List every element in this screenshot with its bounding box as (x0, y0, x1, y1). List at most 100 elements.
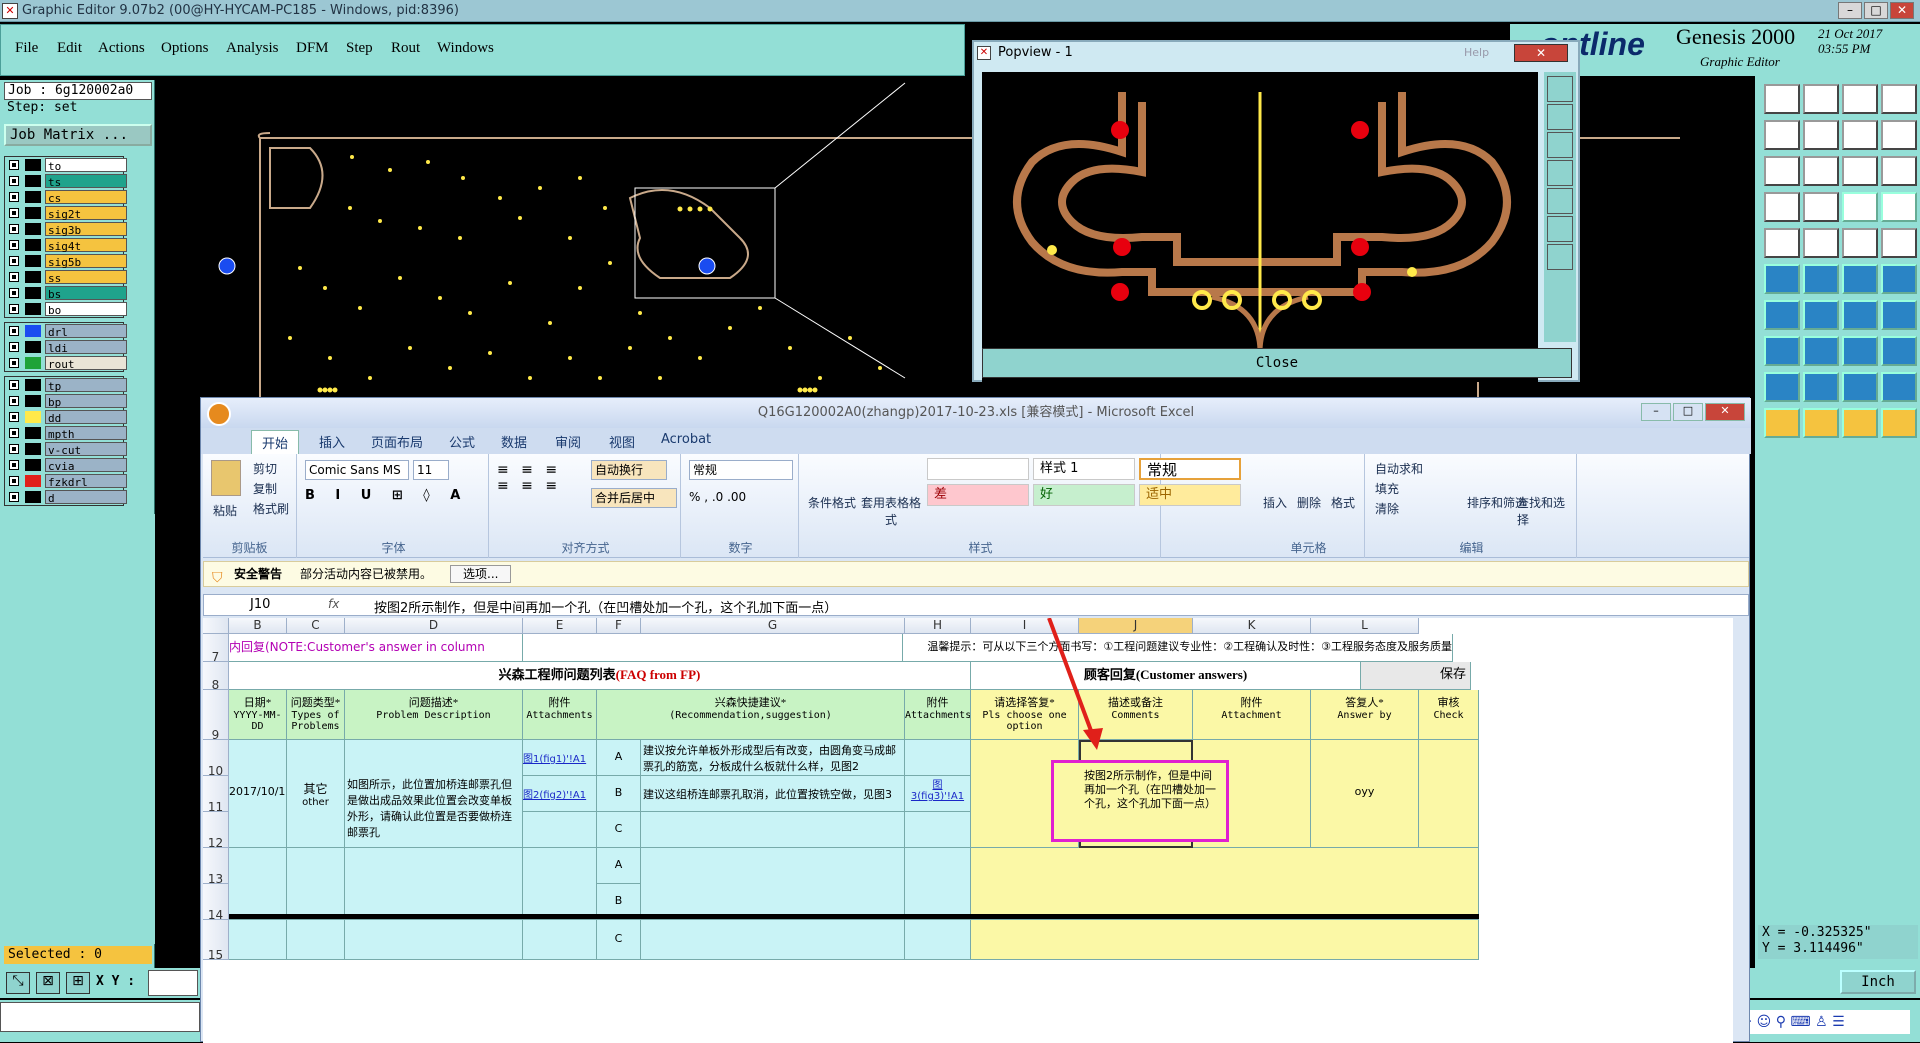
insert-cells-button[interactable]: 插入 (1263, 494, 1287, 511)
layer-name[interactable]: mpth (45, 426, 127, 441)
select-all-corner[interactable] (203, 618, 229, 634)
att-cell-empty[interactable] (523, 848, 597, 920)
layer-name[interactable]: sig4t (45, 238, 127, 253)
layer-name[interactable]: sig3b (45, 222, 127, 237)
attachment-a-link[interactable]: 图1(fig1)'!A1 (523, 740, 597, 776)
conditional-format-button[interactable]: 条件格式 (807, 494, 857, 511)
excel-close[interactable]: ✕ (1705, 403, 1745, 421)
tool-icon-12[interactable] (1881, 156, 1917, 186)
col-header-E[interactable]: E (523, 618, 597, 634)
layer-name[interactable]: cvia (45, 458, 127, 473)
layer-name[interactable]: dd (45, 410, 127, 425)
layer-checkbox[interactable] (9, 476, 19, 486)
col-header-F[interactable]: F (597, 618, 641, 634)
tool-icon-7[interactable] (1842, 120, 1878, 150)
layer-row-fzkdrl[interactable]: fzkdrl (5, 473, 127, 489)
layer-name[interactable]: v-cut (45, 442, 127, 457)
tool-icon-23[interactable] (1842, 264, 1878, 294)
popview-help[interactable]: Help (1464, 46, 1489, 59)
layer-name[interactable]: sig2t (45, 206, 127, 221)
layer-checkbox[interactable] (9, 192, 19, 202)
att2-c[interactable] (905, 812, 971, 848)
layer-row-ts[interactable]: ts (5, 173, 127, 189)
layer-name[interactable]: tp (45, 378, 127, 393)
layer-row-dd[interactable]: dd (5, 409, 127, 425)
header-h_type[interactable]: 问题类型* Types of Problems (287, 690, 345, 740)
tool-icon-5[interactable] (1764, 120, 1800, 150)
layer-checkbox[interactable] (9, 428, 19, 438)
header-h_ans[interactable]: 答复人* Answer by (1311, 690, 1419, 740)
recommendation-c[interactable] (641, 812, 905, 848)
menu-step[interactable]: Step (346, 40, 373, 57)
tool-icon-14[interactable] (1803, 192, 1839, 222)
attachment-b-link[interactable]: 图2(fig2)'!A1 (523, 776, 597, 812)
option-a[interactable]: A (597, 740, 641, 776)
tool-icon-9[interactable] (1764, 156, 1800, 186)
layer-name[interactable]: rout (45, 356, 127, 371)
copy-button[interactable]: 复制 (253, 480, 277, 497)
tool-icon-36[interactable] (1881, 372, 1917, 402)
tool-icon-19[interactable] (1842, 228, 1878, 258)
layer-checkbox[interactable] (9, 342, 19, 352)
layer-row-sig4t[interactable]: sig4t (5, 237, 127, 253)
layer-name[interactable]: bs (45, 286, 127, 301)
layer-row-v-cut[interactable]: v-cut (5, 441, 127, 457)
tool-icon-33[interactable] (1764, 372, 1800, 402)
tool-icon-39[interactable] (1842, 408, 1878, 438)
row-header-15[interactable]: 15 (203, 920, 229, 962)
attachment-c-cell[interactable] (523, 812, 597, 848)
row-header-14[interactable]: 14 (203, 884, 229, 922)
tool-icon-20[interactable] (1881, 228, 1917, 258)
layer-row-ss[interactable]: ss (5, 269, 127, 285)
tab-review[interactable]: 审阅 (555, 432, 581, 451)
layer-row-bp[interactable]: bp (5, 393, 127, 409)
menu-analysis[interactable]: Analysis (226, 40, 279, 57)
option-c[interactable]: C (597, 812, 641, 848)
paste-icon[interactable] (211, 460, 241, 496)
clear-button[interactable]: 清除 (1375, 500, 1399, 517)
tool-icon-34[interactable] (1803, 372, 1839, 402)
row-header-8[interactable]: 8 (203, 662, 229, 692)
layer-name[interactable]: sig5b (45, 254, 127, 269)
header-h_att3[interactable]: 附件 Attachment (1193, 690, 1311, 740)
date-cell[interactable]: 2017/10/16 (229, 740, 287, 848)
font-format-buttons[interactable]: B I U ⊞ ◊ A (305, 488, 481, 510)
wrap-text-button[interactable]: 自动换行 (591, 460, 667, 480)
recommendation-b[interactable]: 建议这组桥连邮票孔取消，此位置按铣空做，见图3 (641, 776, 905, 812)
autosum-button[interactable]: 自动求和 (1375, 460, 1423, 477)
layer-name[interactable]: cs (45, 190, 127, 205)
tool-icon-6[interactable] (1803, 120, 1839, 150)
rec-cell-empty[interactable] (641, 848, 905, 920)
formula-input[interactable]: 按图2所示制作，但是中间再加一个孔（在凹槽处加一个孔，这个孔加下面一点） (374, 597, 837, 616)
type-cell-empty[interactable] (287, 920, 345, 960)
tool-icon-40[interactable] (1881, 408, 1917, 438)
tool-icon-3[interactable] (1842, 84, 1878, 114)
pop-tool-icon-3[interactable] (1547, 132, 1573, 158)
merge-center-button[interactable]: 合并后居中 (591, 488, 677, 508)
tool-icon-25[interactable] (1764, 300, 1800, 330)
grid-tool-icon[interactable]: ⊞ (66, 972, 90, 994)
excel-restore[interactable]: □ (1673, 403, 1703, 421)
tab-page-layout[interactable]: 页面布局 (371, 432, 423, 451)
zoom-tool-icon[interactable]: ⤡ (6, 972, 30, 994)
font-size-select[interactable]: 11 (413, 460, 449, 480)
tool-icon-18[interactable] (1803, 228, 1839, 258)
number-format-buttons[interactable]: % , .0 .00 (689, 490, 746, 504)
tab-data[interactable]: 数据 (501, 432, 527, 451)
check-cell[interactable] (1419, 740, 1479, 848)
layer-row-d[interactable]: d (5, 489, 127, 505)
font-name-select[interactable]: Comic Sans MS (305, 460, 409, 480)
job-matrix-button[interactable]: Job Matrix ... (4, 124, 152, 146)
att2-cell-empty[interactable] (905, 920, 971, 960)
layer-name[interactable]: bp (45, 394, 127, 409)
style-neutral[interactable]: 适中 (1139, 484, 1241, 506)
style-bad[interactable]: 差 (927, 484, 1029, 506)
popview-close-button[interactable]: Close (982, 348, 1572, 378)
layer-name[interactable]: bo (45, 302, 127, 317)
tool-icon-28[interactable] (1881, 300, 1917, 330)
row-header-9[interactable]: 9 (203, 690, 229, 742)
tool-icon-31[interactable] (1842, 336, 1878, 366)
customer-header[interactable]: 顾客回复(Customer answers) (971, 662, 1361, 690)
tab-view[interactable]: 视图 (609, 432, 635, 451)
col-header-L[interactable]: L (1311, 618, 1419, 634)
